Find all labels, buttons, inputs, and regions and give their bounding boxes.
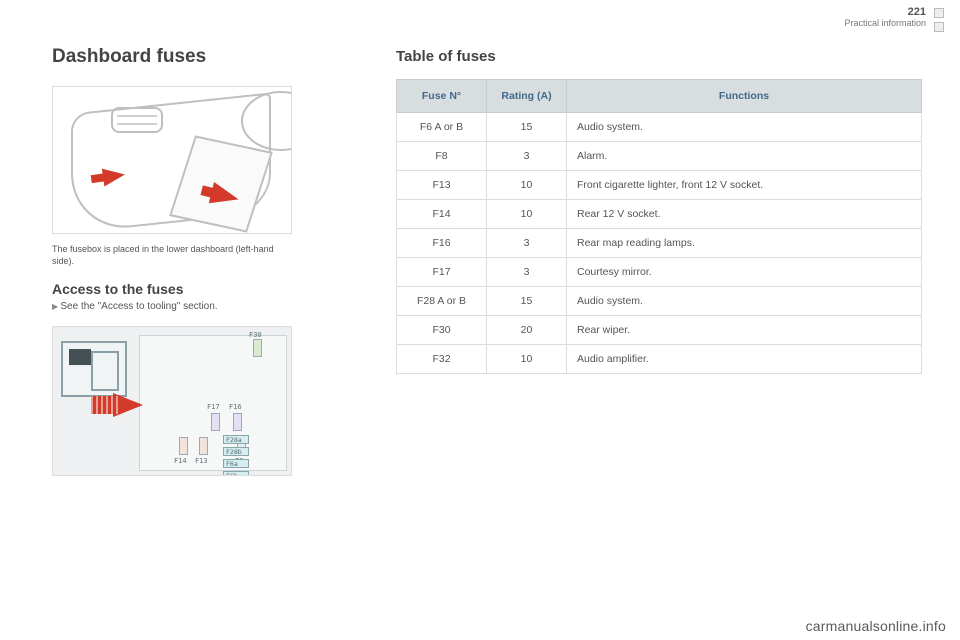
cell-function: Front cigarette lighter, front 12 V sock…	[567, 171, 922, 200]
tab-marker	[934, 8, 944, 18]
table-row: F1410Rear 12 V socket.	[397, 200, 922, 229]
cell-fuse: F13	[397, 171, 487, 200]
fuse-slot-icon	[233, 413, 242, 431]
fuse-slot-icon	[199, 437, 208, 455]
cell-fuse: F32	[397, 345, 487, 374]
watermark-text: carmanualsonline.info	[806, 618, 946, 634]
cell-rating: 15	[487, 287, 567, 316]
fuse-chip-icon: F6b	[223, 471, 249, 476]
table-row: F173Courtesy mirror.	[397, 258, 922, 287]
table-row: F3020Rear wiper.	[397, 316, 922, 345]
fuse-label: F14	[174, 457, 187, 465]
access-heading: Access to the fuses	[52, 281, 362, 297]
col-fuse: Fuse N°	[397, 80, 487, 113]
table-row: F6 A or B15Audio system.	[397, 113, 922, 142]
fuse-slot-icon	[253, 339, 262, 357]
cell-fuse: F16	[397, 229, 487, 258]
fuse-label: F17	[207, 403, 220, 411]
table-row: F28 A or B15Audio system.	[397, 287, 922, 316]
cell-rating: 15	[487, 113, 567, 142]
arrow-icon	[113, 393, 143, 417]
dashboard-illustration	[52, 86, 292, 234]
cell-function: Audio amplifier.	[567, 345, 922, 374]
dashboard-sketch	[53, 87, 291, 233]
page-number: 221	[844, 6, 926, 18]
fuses-table: Fuse N° Rating (A) Functions F6 A or B15…	[396, 79, 922, 374]
table-row: F3210Audio amplifier.	[397, 345, 922, 374]
cell-function: Rear map reading lamps.	[567, 229, 922, 258]
cell-function: Courtesy mirror.	[567, 258, 922, 287]
section-title: Practical information	[844, 18, 926, 28]
fusebox-diagram: F30 F17 F16 F14 F13 F8 F28a F28b F6a F6b	[52, 326, 292, 476]
dashboard-fuses-heading: Dashboard fuses	[52, 46, 362, 68]
cell-rating: 10	[487, 171, 567, 200]
header-text: 221 Practical information	[844, 6, 926, 28]
table-header-row: Fuse N° Rating (A) Functions	[397, 80, 922, 113]
fusebox-sketch: F30 F17 F16 F14 F13 F8 F28a F28b F6a F6b	[53, 327, 291, 475]
fuse-chip-icon: F28b	[223, 447, 249, 456]
cell-fuse: F8	[397, 142, 487, 171]
fuse-label: F30	[249, 331, 262, 339]
cell-fuse: F17	[397, 258, 487, 287]
fuses-tbody: F6 A or B15Audio system.F83Alarm.F1310Fr…	[397, 113, 922, 374]
cell-function: Audio system.	[567, 113, 922, 142]
relay-module-icon	[61, 341, 127, 397]
table-row: F83Alarm.	[397, 142, 922, 171]
access-bullet: See the "Access to tooling" section.	[52, 301, 362, 312]
right-column: Table of fuses Fuse N° Rating (A) Functi…	[396, 46, 922, 476]
cell-function: Alarm.	[567, 142, 922, 171]
cell-function: Rear 12 V socket.	[567, 200, 922, 229]
arrow-icon	[102, 166, 126, 187]
cell-rating: 3	[487, 229, 567, 258]
table-row: F163Rear map reading lamps.	[397, 229, 922, 258]
content-area: Dashboard fuses The fusebox is placed in…	[0, 34, 960, 476]
cell-rating: 20	[487, 316, 567, 345]
cell-rating: 3	[487, 258, 567, 287]
tab-marker	[934, 22, 944, 32]
cell-rating: 10	[487, 345, 567, 374]
fuse-chip-icon: F28a	[223, 435, 249, 444]
cell-fuse: F6 A or B	[397, 113, 487, 142]
fuse-slot-icon	[179, 437, 188, 455]
cell-function: Rear wiper.	[567, 316, 922, 345]
fuse-label: F16	[229, 403, 242, 411]
fuse-slot-icon	[211, 413, 220, 431]
table-of-fuses-heading: Table of fuses	[396, 48, 922, 65]
col-rating: Rating (A)	[487, 80, 567, 113]
fuse-label: F13	[195, 457, 208, 465]
cell-fuse: F28 A or B	[397, 287, 487, 316]
cell-fuse: F30	[397, 316, 487, 345]
page: 221 Practical information Dashboard fuse…	[0, 0, 960, 640]
col-functions: Functions	[567, 80, 922, 113]
illustration-caption: The fusebox is placed in the lower dashb…	[52, 244, 292, 267]
page-header: 221 Practical information	[0, 0, 960, 34]
tab-markers	[934, 6, 944, 32]
left-column: Dashboard fuses The fusebox is placed in…	[52, 46, 362, 476]
air-vent-icon	[111, 107, 163, 133]
table-row: F1310Front cigarette lighter, front 12 V…	[397, 171, 922, 200]
cell-fuse: F14	[397, 200, 487, 229]
cell-rating: 3	[487, 142, 567, 171]
fuse-chip-icon: F6a	[223, 459, 249, 468]
cell-rating: 10	[487, 200, 567, 229]
cell-function: Audio system.	[567, 287, 922, 316]
